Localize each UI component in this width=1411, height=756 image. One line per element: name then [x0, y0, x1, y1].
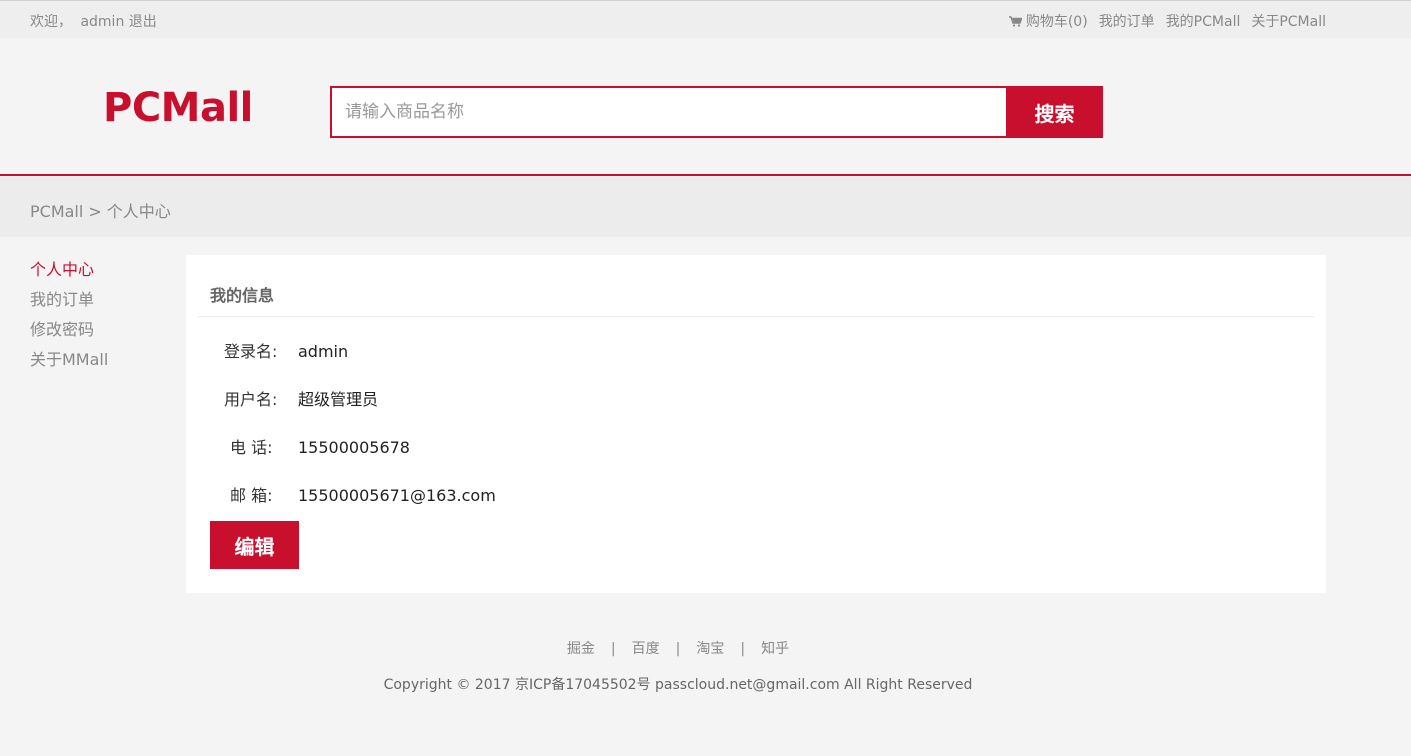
breadcrumb-bar: PCMall > 个人中心: [0, 177, 1411, 237]
info-row-username: 用户名: 超级管理员: [210, 386, 378, 410]
footer-link-taobao[interactable]: 淘宝: [696, 641, 724, 657]
profile-card: 我的信息 登录名: admin 用户名: 超级管理员 电 话: 15500005678…: [186, 255, 1326, 593]
breadcrumb-current: 个人中心: [106, 202, 171, 221]
about-pcmall-link[interactable]: 关于PCMall: [1251, 11, 1326, 31]
info-row-login: 登录名: admin: [210, 338, 348, 362]
info-label: 电 话:: [230, 438, 273, 457]
info-value: admin: [298, 342, 349, 361]
divider: [198, 316, 1314, 317]
info-label: 邮 箱:: [230, 486, 273, 505]
sidebar-item-my-orders[interactable]: 我的订单: [30, 289, 108, 319]
welcome-text: 欢迎，: [30, 14, 72, 30]
footer-separator: |: [610, 641, 616, 657]
footer-link-juejin[interactable]: 掘金: [567, 641, 595, 657]
edit-button[interactable]: 编辑: [210, 521, 299, 569]
sidebar-item-change-password[interactable]: 修改密码: [30, 319, 108, 349]
breadcrumb-home[interactable]: PCMall: [30, 202, 83, 221]
info-label: 用户名:: [224, 390, 278, 409]
logout-link[interactable]: 退出: [129, 14, 157, 30]
search-button[interactable]: 搜索: [1006, 86, 1103, 138]
my-orders-link[interactable]: 我的订单: [1099, 11, 1155, 31]
cart-icon: [1008, 16, 1022, 27]
site-logo[interactable]: PCMall: [103, 88, 253, 128]
cart-link[interactable]: 购物车(0): [1008, 11, 1088, 31]
cart-label: 购物车(0): [1025, 14, 1088, 30]
username-link[interactable]: admin: [80, 14, 124, 30]
footer-separator: |: [675, 641, 681, 657]
info-value: 15500005671@163.com: [298, 486, 496, 505]
breadcrumb-separator: >: [88, 202, 102, 221]
footer-link-zhihu[interactable]: 知乎: [761, 641, 789, 657]
search-input[interactable]: [330, 86, 1006, 138]
footer-link-baidu[interactable]: 百度: [632, 641, 660, 657]
info-value: 超级管理员: [298, 390, 379, 409]
sidebar-item-about[interactable]: 关于MMall: [30, 349, 108, 379]
info-row-phone: 电 话: 15500005678: [210, 434, 410, 458]
info-row-email: 邮 箱: 15500005671@163.com: [210, 482, 496, 506]
top-bar: 欢迎， admin 退出 购物车(0) 我的订单 我的PCMall 关于PCMa…: [0, 0, 1411, 38]
footer-separator: |: [740, 641, 746, 657]
info-label: 登录名:: [224, 342, 278, 361]
copyright-text: Copyright © 2017 京ICP备17045502号 passclou…: [383, 677, 973, 693]
welcome-area: 欢迎， admin 退出: [30, 11, 157, 31]
sidebar-item-personal-center[interactable]: 个人中心: [30, 259, 108, 289]
sidebar: 个人中心 我的订单 修改密码 关于MMall: [30, 259, 108, 379]
my-pcmall-link[interactable]: 我的PCMall: [1166, 11, 1241, 31]
header: PCMall 搜索: [0, 38, 1411, 176]
top-nav: 购物车(0) 我的订单 我的PCMall 关于PCMall: [1008, 11, 1326, 31]
breadcrumb: PCMall > 个人中心: [30, 198, 176, 222]
footer-links: 掘金 | 百度 | 淘宝 | 知乎: [0, 638, 1356, 658]
info-value: 15500005678: [298, 438, 410, 457]
profile-title: 我的信息: [210, 286, 275, 305]
